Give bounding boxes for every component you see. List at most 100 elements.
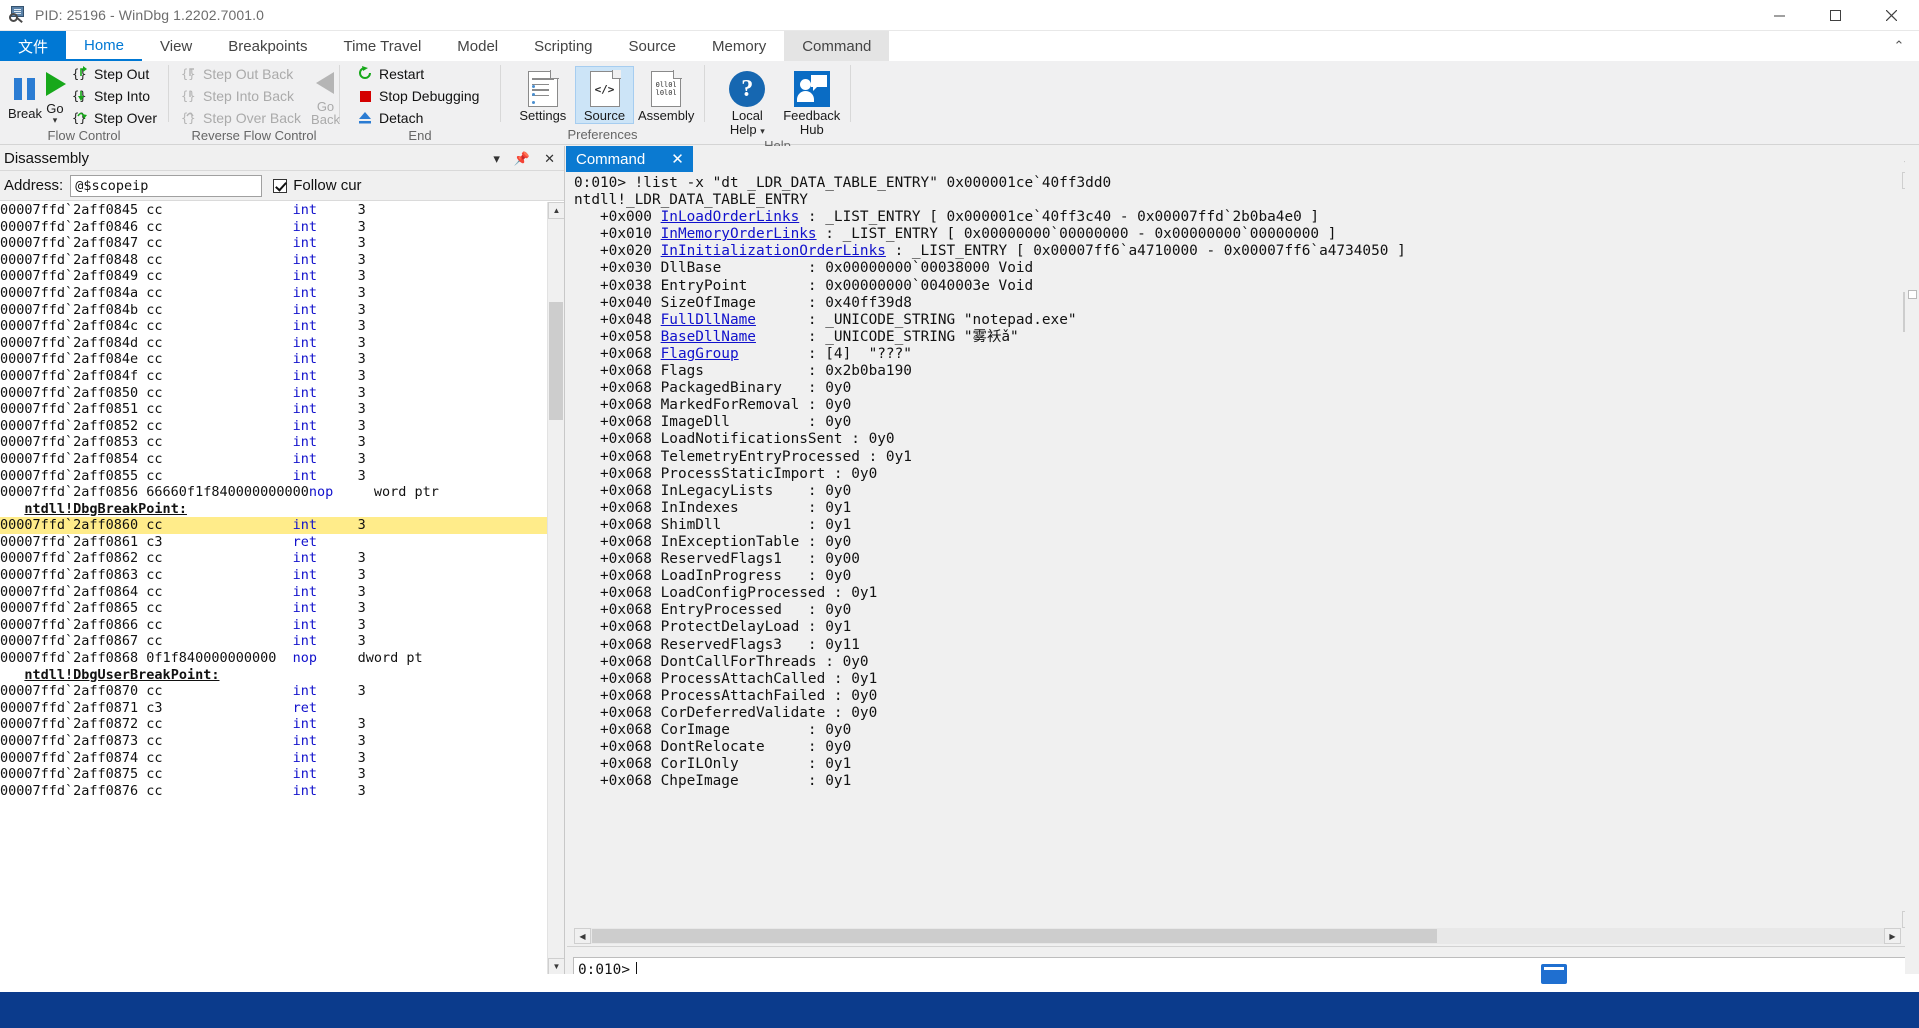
disassembly-row[interactable]: 00007ffd`2aff0856 66660f1f840000000000no…: [0, 484, 547, 501]
mnemonic: int: [292, 251, 358, 268]
command-tab-label: Command: [576, 150, 646, 168]
local-help-dropdown-icon[interactable]: ▾: [760, 126, 765, 136]
go-button[interactable]: Go ▾: [42, 66, 68, 126]
address-input[interactable]: @$scopeip: [70, 174, 263, 197]
pin-icon[interactable]: 📌: [514, 152, 530, 165]
taskbar[interactable]: [0, 992, 1919, 1028]
disassembly-row[interactable]: 00007ffd`2aff0850 cc int 3: [0, 385, 547, 402]
chevron-down-icon[interactable]: ▾: [493, 152, 500, 165]
tab-view[interactable]: View: [142, 31, 210, 61]
cmd-scroll-thumb-h[interactable]: [592, 929, 1437, 943]
tab-model[interactable]: Model: [439, 31, 516, 61]
scroll-up-arrow[interactable]: ▲: [548, 202, 564, 219]
go-dropdown-icon[interactable]: ▾: [53, 115, 58, 126]
svg-text:{}: {}: [181, 89, 195, 103]
feedback-hub-button[interactable]: Feedback Hub: [782, 67, 842, 137]
disassembly-symbol-row[interactable]: ntdll!DbgUserBreakPoint:: [0, 667, 547, 684]
step-over-button[interactable]: {} Step Over: [68, 107, 161, 128]
disassembly-vertical-scrollbar[interactable]: ▲ ▼: [547, 202, 564, 975]
break-button[interactable]: Break: [8, 71, 42, 120]
tab-memory[interactable]: Memory: [694, 31, 784, 61]
disassembly-symbol-row[interactable]: ntdll!DbgBreakPoint:: [0, 501, 547, 518]
disassembly-row[interactable]: 00007ffd`2aff0870 cc int 3: [0, 683, 547, 700]
disassembly-row[interactable]: 00007ffd`2aff0867 cc int 3: [0, 633, 547, 650]
local-help-button[interactable]: ? Local Help ▾: [719, 67, 776, 138]
disassembly-row[interactable]: 00007ffd`2aff0865 cc int 3: [0, 600, 547, 617]
source-button[interactable]: </> Source: [574, 66, 635, 124]
disassembly-row[interactable]: 00007ffd`2aff0868 0f1f840000000000 nop d…: [0, 650, 547, 667]
dml-link[interactable]: FlagGroup: [661, 346, 739, 362]
disassembly-row[interactable]: 00007ffd`2aff0871 c3 ret: [0, 700, 547, 717]
tab-home[interactable]: Home: [66, 31, 143, 61]
command-output-text[interactable]: 0:010> !list -x "dt _LDR_DATA_TABLE_ENTR…: [574, 175, 1901, 924]
address-and-bytes: 00007ffd`2aff0864 cc: [0, 583, 293, 600]
step-into-back-button[interactable]: {} Step Into Back: [177, 85, 305, 106]
disassembly-row[interactable]: 00007ffd`2aff0861 c3 ret: [0, 534, 547, 551]
disassembly-row[interactable]: 00007ffd`2aff0872 cc int 3: [0, 716, 547, 733]
disassembly-row[interactable]: 00007ffd`2aff0862 cc int 3: [0, 550, 547, 567]
follow-current-checkbox-wrap[interactable]: Follow cur: [273, 177, 362, 194]
stop-debugging-button[interactable]: Stop Debugging: [354, 85, 483, 106]
disassembly-row[interactable]: 00007ffd`2aff0848 cc int 3: [0, 252, 547, 269]
scroll-down-arrow[interactable]: ▼: [548, 958, 564, 975]
cmd-scroll-right-arrow[interactable]: ▶: [1884, 928, 1901, 944]
go-back-button[interactable]: Go Back: [311, 66, 340, 126]
disassembly-row[interactable]: 00007ffd`2aff0851 cc int 3: [0, 401, 547, 418]
tab-file[interactable]: 文件: [0, 31, 66, 61]
disassembly-row[interactable]: 00007ffd`2aff084b cc int 3: [0, 302, 547, 319]
step-out-back-button[interactable]: {} Step Out Back: [177, 63, 305, 84]
dml-link[interactable]: BaseDllName: [661, 329, 756, 345]
dml-link[interactable]: InLoadOrderLinks: [661, 209, 800, 225]
disassembly-row[interactable]: 00007ffd`2aff084a cc int 3: [0, 285, 547, 302]
disassembly-row[interactable]: 00007ffd`2aff084c cc int 3: [0, 318, 547, 335]
disassembly-row[interactable]: 00007ffd`2aff0849 cc int 3: [0, 268, 547, 285]
command-tab[interactable]: Command ✕: [566, 146, 693, 172]
tab-time-travel[interactable]: Time Travel: [325, 31, 439, 61]
detach-button[interactable]: Detach: [354, 107, 483, 128]
follow-current-checkbox[interactable]: [273, 178, 288, 193]
step-over-back-button[interactable]: {} Step Over Back: [177, 107, 305, 128]
scroll-thumb[interactable]: [549, 302, 563, 420]
disassembly-row[interactable]: 00007ffd`2aff0874 cc int 3: [0, 750, 547, 767]
tab-command[interactable]: Command: [784, 31, 890, 61]
disassembly-row[interactable]: 00007ffd`2aff0864 cc int 3: [0, 584, 547, 601]
tab-breakpoints[interactable]: Breakpoints: [210, 31, 325, 61]
disassembly-row[interactable]: 00007ffd`2aff0876 cc int 3: [0, 783, 547, 800]
step-out-button[interactable]: {} Step Out: [68, 63, 161, 84]
disassembly-row[interactable]: 00007ffd`2aff0866 cc int 3: [0, 617, 547, 634]
disassembly-row[interactable]: 00007ffd`2aff084e cc int 3: [0, 351, 547, 368]
dml-link[interactable]: InInitializationOrderLinks: [661, 243, 886, 259]
disassembly-row[interactable]: 00007ffd`2aff0855 cc int 3: [0, 468, 547, 485]
tray-monitor-icon[interactable]: [1541, 964, 1567, 984]
disassembly-row[interactable]: 00007ffd`2aff0852 cc int 3: [0, 418, 547, 435]
disassembly-row[interactable]: 00007ffd`2aff0875 cc int 3: [0, 766, 547, 783]
ribbon-collapse-icon[interactable]: ⌃: [1879, 31, 1919, 61]
assembly-button[interactable]: 0ll0l l0l0l Assembly: [636, 67, 696, 123]
dml-link[interactable]: FullDllName: [661, 312, 756, 328]
operands: 3: [357, 367, 366, 384]
tab-source[interactable]: Source: [611, 31, 695, 61]
command-tab-close-icon[interactable]: ✕: [671, 152, 684, 167]
disassembly-row[interactable]: 00007ffd`2aff0860 cc int 3: [0, 517, 547, 534]
tab-scripting[interactable]: Scripting: [516, 31, 610, 61]
disassembly-row[interactable]: 00007ffd`2aff0854 cc int 3: [0, 451, 547, 468]
restart-button[interactable]: Restart: [354, 63, 483, 84]
disassembly-row[interactable]: 00007ffd`2aff0863 cc int 3: [0, 567, 547, 584]
disassembly-code-list[interactable]: 00007ffd`2aff0845 cc int 3 00007ffd`2aff0…: [0, 202, 547, 975]
settings-button[interactable]: Settings: [513, 67, 573, 123]
close-button[interactable]: [1863, 0, 1919, 31]
minimize-button[interactable]: [1751, 0, 1807, 31]
disassembly-row[interactable]: 00007ffd`2aff0847 cc int 3: [0, 235, 547, 252]
dml-link[interactable]: InMemoryOrderLinks: [661, 226, 817, 242]
step-into-button[interactable]: {} Step Into: [68, 85, 161, 106]
disassembly-row[interactable]: 00007ffd`2aff0853 cc int 3: [0, 434, 547, 451]
disassembly-row[interactable]: 00007ffd`2aff084f cc int 3: [0, 368, 547, 385]
disassembly-row[interactable]: 00007ffd`2aff084d cc int 3: [0, 335, 547, 352]
command-horizontal-scrollbar[interactable]: ◀ ▶: [574, 928, 1901, 944]
cmd-scroll-left-arrow[interactable]: ◀: [574, 928, 591, 944]
disassembly-row[interactable]: 00007ffd`2aff0873 cc int 3: [0, 733, 547, 750]
disassembly-row[interactable]: 00007ffd`2aff0846 cc int 3: [0, 219, 547, 236]
close-icon[interactable]: ✕: [544, 152, 555, 165]
disassembly-row[interactable]: 00007ffd`2aff0845 cc int 3: [0, 202, 547, 219]
maximize-button[interactable]: [1807, 0, 1863, 31]
